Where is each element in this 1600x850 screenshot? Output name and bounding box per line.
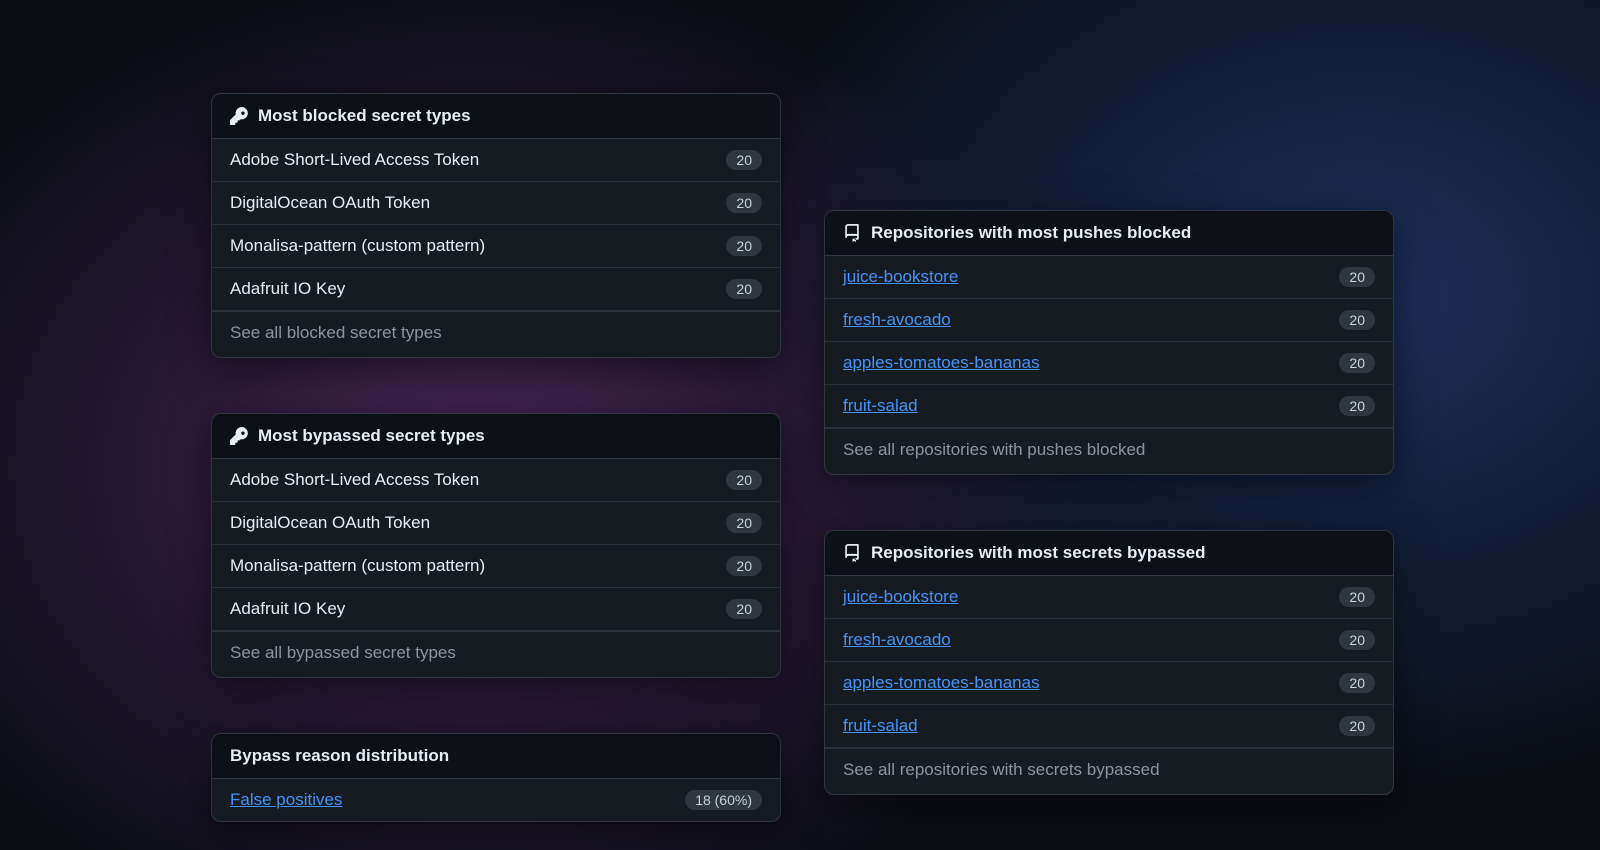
card-title: Repositories with most pushes blocked (871, 223, 1191, 243)
key-icon (230, 427, 248, 445)
list-item: DigitalOcean OAuth Token 20 (212, 182, 780, 225)
list-item: fresh-avocado 20 (825, 299, 1393, 342)
secret-type-label: Monalisa-pattern (custom pattern) (230, 556, 485, 576)
list-item: fruit-salad 20 (825, 385, 1393, 428)
list-item: juice-bookstore 20 (825, 256, 1393, 299)
see-all-link[interactable]: See all repositories with pushes blocked (825, 428, 1393, 474)
list-item: Monalisa-pattern (custom pattern) 20 (212, 545, 780, 588)
list-item: fruit-salad 20 (825, 705, 1393, 748)
card-header: Repositories with most secrets bypassed (825, 531, 1393, 576)
list-item: False positives 18 (60%) (212, 779, 780, 821)
list-item: apples-tomatoes-bananas 20 (825, 342, 1393, 385)
card-title: Repositories with most secrets bypassed (871, 543, 1205, 563)
list-item: DigitalOcean OAuth Token 20 (212, 502, 780, 545)
list-item: fresh-avocado 20 (825, 619, 1393, 662)
repo-link[interactable]: fruit-salad (843, 396, 918, 416)
card-header: Repositories with most pushes blocked (825, 211, 1393, 256)
key-icon (230, 107, 248, 125)
repo-link[interactable]: juice-bookstore (843, 587, 958, 607)
count-badge: 20 (1339, 310, 1375, 330)
card-blocked-secret-types: Most blocked secret types Adobe Short-Li… (211, 93, 781, 358)
card-title: Most bypassed secret types (258, 426, 485, 446)
card-bypassed-secret-types: Most bypassed secret types Adobe Short-L… (211, 413, 781, 678)
count-badge: 20 (1339, 353, 1375, 373)
count-badge: 20 (1339, 267, 1375, 287)
count-badge: 18 (60%) (685, 790, 762, 810)
bypass-reason-link[interactable]: False positives (230, 790, 342, 810)
see-all-link[interactable]: See all bypassed secret types (212, 631, 780, 677)
count-badge: 20 (726, 470, 762, 490)
count-badge: 20 (726, 193, 762, 213)
card-header: Most bypassed secret types (212, 414, 780, 459)
count-badge: 20 (1339, 587, 1375, 607)
secret-type-label: Monalisa-pattern (custom pattern) (230, 236, 485, 256)
count-badge: 20 (726, 279, 762, 299)
count-badge: 20 (1339, 716, 1375, 736)
card-bypass-reason: Bypass reason distribution False positiv… (211, 733, 781, 822)
list-item: Adobe Short-Lived Access Token 20 (212, 459, 780, 502)
list-item: juice-bookstore 20 (825, 576, 1393, 619)
repo-icon (843, 224, 861, 242)
count-badge: 20 (726, 236, 762, 256)
repo-link[interactable]: fresh-avocado (843, 630, 951, 650)
secret-type-label: DigitalOcean OAuth Token (230, 513, 430, 533)
count-badge: 20 (726, 556, 762, 576)
repo-link[interactable]: fruit-salad (843, 716, 918, 736)
list-item: Adafruit IO Key 20 (212, 588, 780, 631)
list-item: Adobe Short-Lived Access Token 20 (212, 139, 780, 182)
count-badge: 20 (1339, 630, 1375, 650)
secret-type-label: Adafruit IO Key (230, 279, 345, 299)
secret-type-label: Adobe Short-Lived Access Token (230, 150, 479, 170)
secret-type-label: Adobe Short-Lived Access Token (230, 470, 479, 490)
card-title: Bypass reason distribution (230, 746, 449, 766)
count-badge: 20 (726, 150, 762, 170)
list-item: Monalisa-pattern (custom pattern) 20 (212, 225, 780, 268)
list-item: Adafruit IO Key 20 (212, 268, 780, 311)
repo-link[interactable]: fresh-avocado (843, 310, 951, 330)
card-title: Most blocked secret types (258, 106, 471, 126)
see-all-link[interactable]: See all repositories with secrets bypass… (825, 748, 1393, 794)
count-badge: 20 (726, 513, 762, 533)
secret-type-label: DigitalOcean OAuth Token (230, 193, 430, 213)
secret-type-label: Adafruit IO Key (230, 599, 345, 619)
card-repos-pushes-blocked: Repositories with most pushes blocked ju… (824, 210, 1394, 475)
repo-link[interactable]: apples-tomatoes-bananas (843, 353, 1040, 373)
card-header: Bypass reason distribution (212, 734, 780, 779)
card-header: Most blocked secret types (212, 94, 780, 139)
list-item: apples-tomatoes-bananas 20 (825, 662, 1393, 705)
count-badge: 20 (1339, 673, 1375, 693)
see-all-link[interactable]: See all blocked secret types (212, 311, 780, 357)
count-badge: 20 (726, 599, 762, 619)
repo-icon (843, 544, 861, 562)
count-badge: 20 (1339, 396, 1375, 416)
repo-link[interactable]: juice-bookstore (843, 267, 958, 287)
repo-link[interactable]: apples-tomatoes-bananas (843, 673, 1040, 693)
card-repos-secrets-bypassed: Repositories with most secrets bypassed … (824, 530, 1394, 795)
